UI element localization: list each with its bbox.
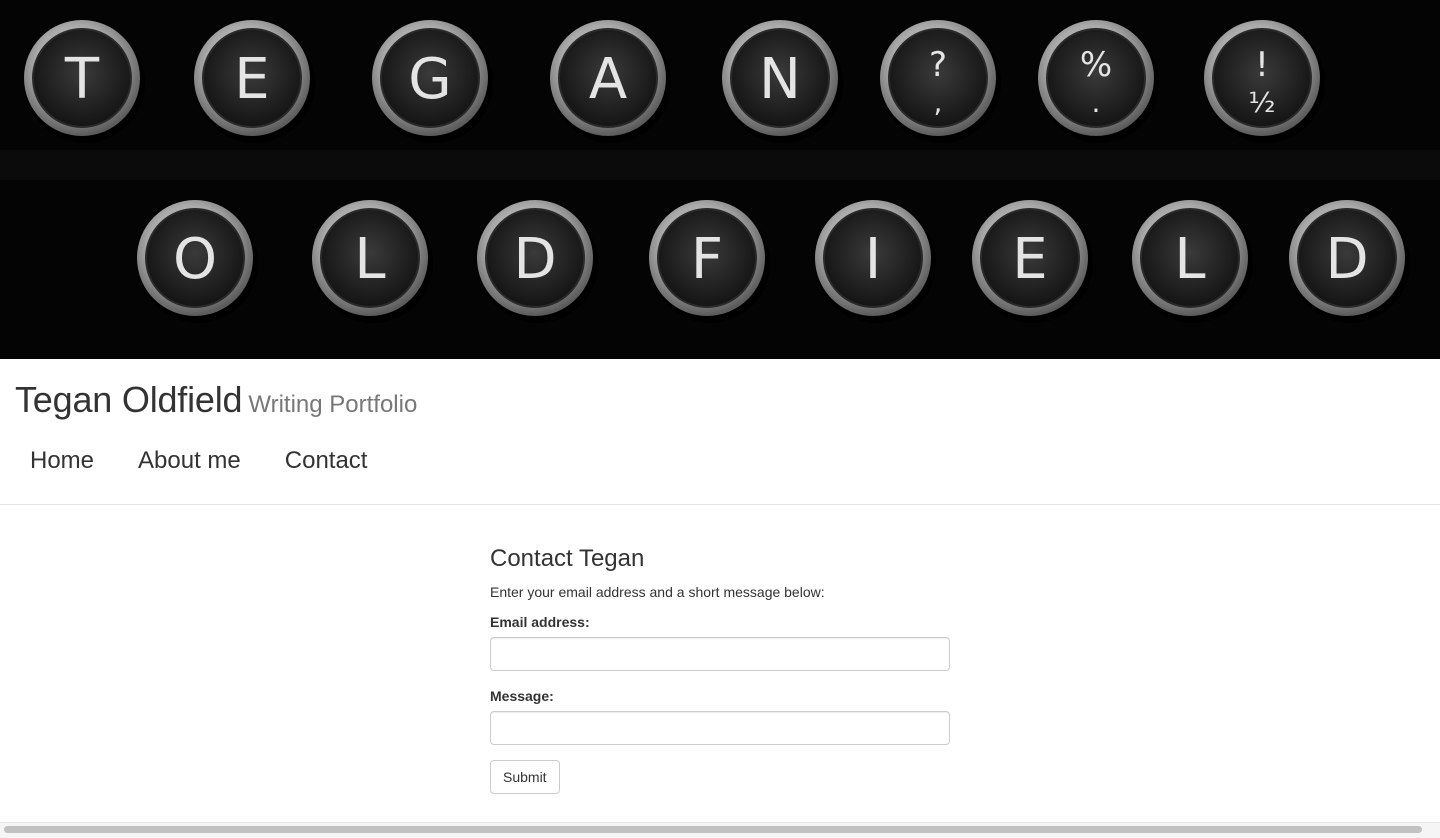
nav-item-about-me[interactable]: About me [116, 445, 263, 477]
key-letter: A [589, 47, 627, 112]
key-letter: E [1012, 227, 1047, 292]
key-letter: D [513, 227, 556, 292]
key-letter: L [1174, 227, 1205, 292]
site-header: Tegan Oldfield Writing Portfolio Home Abo… [0, 359, 1440, 505]
message-field[interactable] [490, 711, 950, 745]
email-label: Email address: [490, 614, 590, 630]
key-letter: % [1080, 45, 1112, 85]
key-letter: T [64, 47, 100, 112]
submit-button[interactable]: Submit [490, 760, 560, 794]
header-banner: T E G A N?,%.! ½ O L D F I E L D [0, 0, 1440, 359]
site-title[interactable]: Tegan Oldfield [15, 379, 243, 420]
key-letter: ? [929, 45, 947, 85]
key-letter: G [408, 47, 451, 112]
key-sub-symbol: . [1092, 86, 1101, 119]
main-nav: Home About me Contact [8, 445, 389, 477]
nav-item-contact[interactable]: Contact [263, 445, 390, 477]
key-letter: N [759, 47, 801, 112]
nav-item-home[interactable]: Home [8, 445, 116, 477]
brand[interactable]: Tegan Oldfield Writing Portfolio [15, 379, 417, 421]
scrollbar-thumb[interactable] [4, 826, 1422, 833]
key-sub-symbol: , [934, 86, 943, 119]
key-letter: F [691, 227, 723, 292]
contact-title: Contact Tegan [490, 545, 645, 572]
key-letter: L [354, 227, 385, 292]
key-letter: O [173, 227, 217, 292]
contact-form-section: Contact Tegan Enter your email address a… [490, 540, 950, 794]
contact-intro: Enter your email address and a short mes… [490, 584, 825, 600]
site-tagline: Writing Portfolio [248, 391, 418, 418]
key-letter: I [865, 227, 882, 292]
key-letter: D [1325, 227, 1368, 292]
key-sub-symbol: ½ [1248, 86, 1275, 119]
message-label: Message: [490, 688, 554, 704]
email-field[interactable] [490, 637, 950, 671]
key-letter: E [234, 47, 269, 112]
key-letter: ! [1255, 45, 1269, 85]
horizontal-scrollbar[interactable] [0, 822, 1440, 838]
typewriter-keys-image: T E G A N ?,%.!½ O L D F I E L D [0, 0, 1440, 359]
